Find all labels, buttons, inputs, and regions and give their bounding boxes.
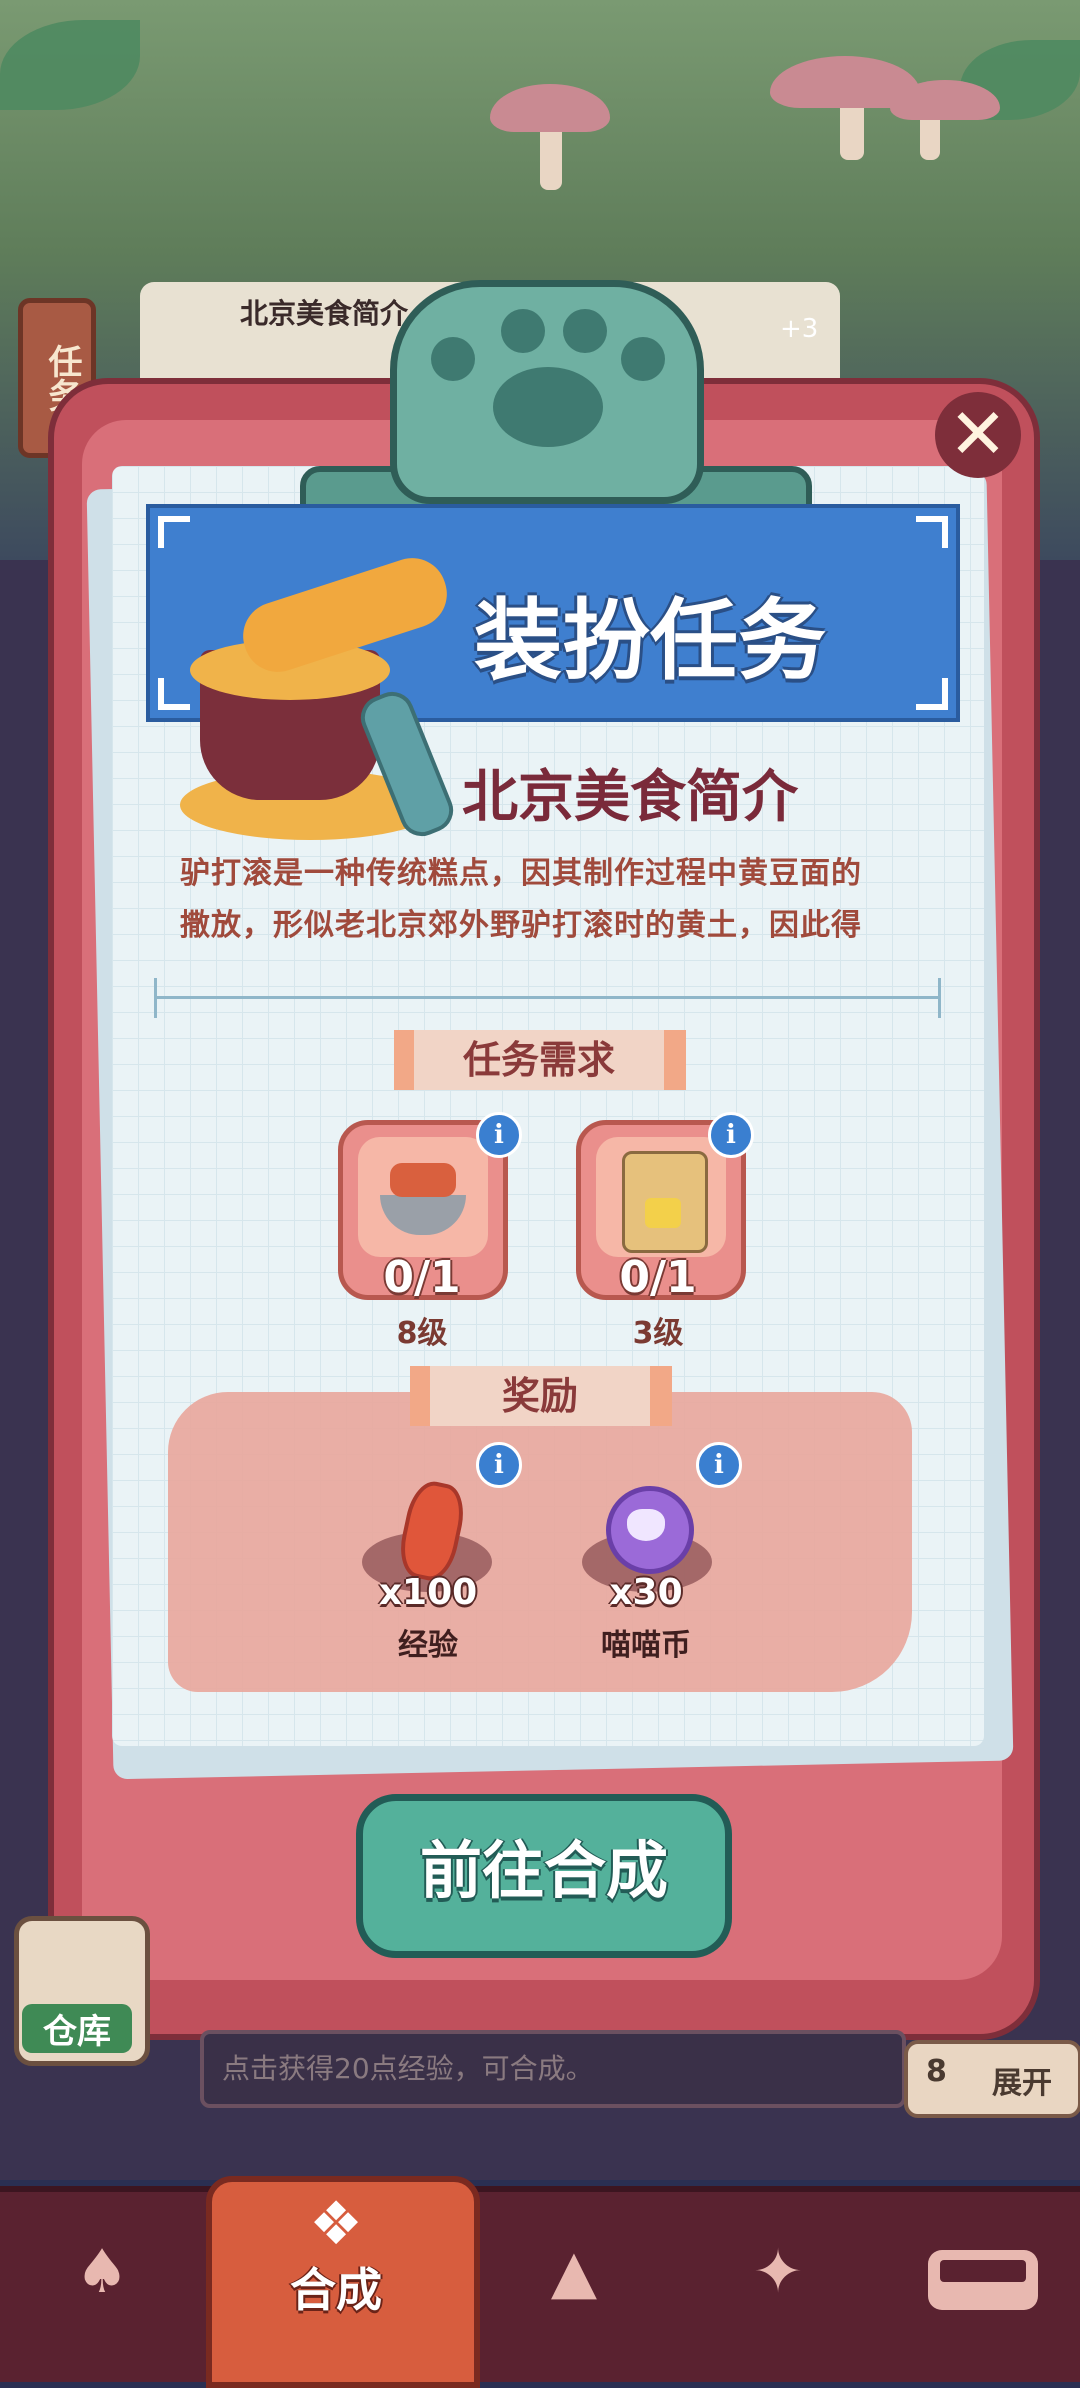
task-description: 驴打滚是一种传统糕点，因其制作过程中黄豆面的 撒放，形似老北京郊外野驴打滚时的黄…: [180, 848, 920, 952]
warehouse-label[interactable]: 仓库: [22, 2004, 132, 2053]
reward-info-icon[interactable]: i: [476, 1442, 522, 1488]
description-line: 撒放，形似老北京郊外野驴打滚时的黄土，因此得: [180, 908, 862, 943]
banner-corner: [916, 678, 948, 710]
requirement-level: 8级: [396, 1316, 448, 1351]
reward-panel: [168, 1392, 912, 1692]
takeout-box-icon: [622, 1151, 708, 1253]
reward-amount: x30: [609, 1572, 683, 1613]
tart-dessert-icon: [380, 1195, 466, 1235]
expand-button[interactable]: 8 展开: [904, 2040, 1080, 2118]
description-line: 驴打滚是一种传统糕点，因其制作过程中黄豆面的: [180, 856, 862, 891]
requirement-progress: 0/1: [619, 1252, 697, 1303]
banner-corner: [916, 516, 948, 548]
close-button[interactable]: ✕: [935, 392, 1021, 478]
paw-toe: [563, 309, 607, 353]
requirement-level: 3级: [632, 1316, 684, 1351]
bag-icon[interactable]: ♠: [62, 2232, 142, 2312]
paw-toe: [431, 337, 475, 381]
modal-title: 装扮任务: [473, 589, 826, 692]
divider-tick: [938, 978, 941, 1018]
reward-label: 经验: [398, 1628, 458, 1663]
service-bell-icon[interactable]: ▲: [534, 2232, 614, 2312]
paw-toe: [621, 337, 665, 381]
reward-amount: x100: [378, 1572, 478, 1613]
banner-corner: [158, 516, 190, 548]
task-strip-title: 北京美食简介: [240, 297, 409, 330]
bus-window: [940, 2260, 1026, 2282]
tart-dessert-topping: [390, 1163, 456, 1197]
task-subtitle: 北京美食简介: [462, 765, 798, 830]
ribbon-end: [410, 1366, 432, 1426]
expand-count: 8: [926, 2054, 947, 2089]
requirement-progress: 0/1: [383, 1252, 461, 1303]
reward-label: 喵喵币: [601, 1628, 691, 1663]
task-strip-badge: +3: [780, 314, 819, 344]
nav-merge-label: 合成: [290, 2263, 382, 2317]
takeout-box-face: [645, 1198, 681, 1228]
go-to-merge-button[interactable]: 前往合成: [356, 1794, 732, 1958]
merge-icon: ❖: [309, 2189, 363, 2259]
cat-face: [627, 1509, 665, 1541]
ribbon-end: [394, 1030, 416, 1090]
hint-bar: 点击获得20点经验，可合成。: [200, 2030, 906, 2108]
banner-corner: [158, 678, 190, 710]
paw-pad: [493, 367, 603, 447]
expand-label: 展开: [992, 2066, 1052, 2101]
ribbon-end: [650, 1366, 672, 1426]
paw-clip-icon: [390, 280, 704, 504]
ribbon-end: [664, 1030, 686, 1090]
map-icon[interactable]: ✦: [738, 2232, 818, 2312]
paw-toe: [501, 309, 545, 353]
requirement-tile-inner: [358, 1137, 488, 1257]
requirement-tile-inner: [596, 1137, 726, 1257]
rewards-ribbon: 奖励: [430, 1366, 650, 1426]
requirement-info-icon[interactable]: i: [476, 1112, 522, 1158]
divider-tick: [154, 978, 157, 1018]
purple-cat-coin-icon: [606, 1486, 694, 1574]
requirements-ribbon: 任务需求: [414, 1030, 664, 1090]
reward-info-icon[interactable]: i: [696, 1442, 742, 1488]
bus-icon[interactable]: [928, 2250, 1038, 2310]
requirement-info-icon[interactable]: i: [708, 1112, 754, 1158]
section-divider: [156, 996, 940, 999]
